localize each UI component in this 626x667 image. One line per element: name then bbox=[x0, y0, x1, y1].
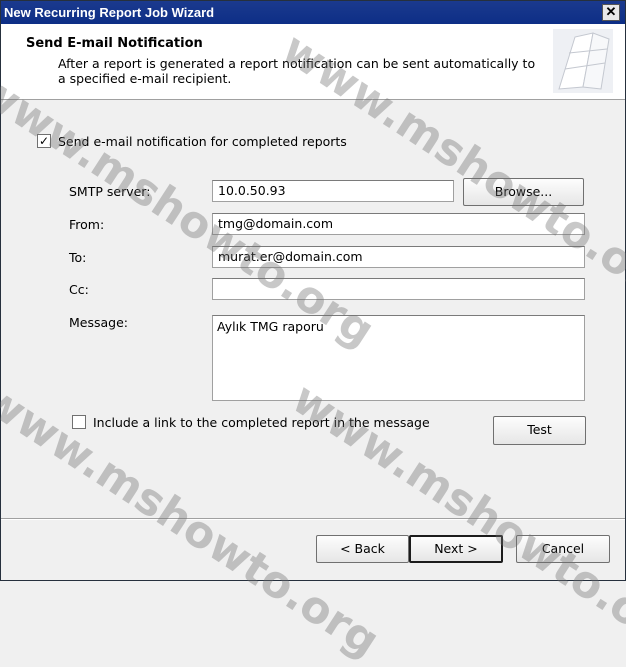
message-textarea[interactable]: Aylık TMG raporu bbox=[212, 315, 585, 401]
watermark-text: www.mshowto.org bbox=[0, 63, 384, 358]
send-notification-label: Send e-mail notification for completed r… bbox=[58, 134, 347, 149]
next-button[interactable]: Next > bbox=[409, 535, 503, 563]
cancel-button[interactable]: Cancel bbox=[516, 535, 610, 563]
wizard-window: New Recurring Report Job Wizard ✕ Send E… bbox=[0, 0, 626, 667]
browse-button[interactable]: Browse... bbox=[463, 178, 584, 206]
page-title: Send E-mail Notification bbox=[26, 36, 203, 51]
send-notification-checkbox[interactable]: ✓ bbox=[37, 134, 51, 148]
page-description: After a report is generated a report not… bbox=[58, 56, 536, 86]
back-button[interactable]: < Back bbox=[316, 535, 409, 563]
close-icon[interactable]: ✕ bbox=[602, 4, 620, 21]
include-link-label: Include a link to the completed report i… bbox=[93, 415, 430, 430]
window-title: New Recurring Report Job Wizard bbox=[4, 5, 215, 20]
cc-input[interactable] bbox=[212, 278, 585, 300]
footer-divider bbox=[1, 518, 625, 520]
message-label: Message: bbox=[69, 315, 128, 330]
to-label: To: bbox=[69, 250, 87, 265]
title-bar: New Recurring Report Job Wizard ✕ bbox=[1, 1, 625, 24]
cc-label: Cc: bbox=[69, 282, 89, 297]
smtp-server-input[interactable]: 10.0.50.93 bbox=[212, 180, 454, 202]
from-input[interactable]: tmg@domain.com bbox=[212, 213, 585, 235]
wizard-header: Send E-mail Notification After a report … bbox=[1, 24, 625, 100]
smtp-server-label: SMTP server: bbox=[69, 184, 151, 199]
wizard-graphic-icon bbox=[553, 29, 613, 93]
test-button[interactable]: Test bbox=[493, 416, 586, 445]
include-link-checkbox[interactable] bbox=[72, 415, 86, 429]
from-label: From: bbox=[69, 217, 105, 232]
to-input[interactable]: murat.er@domain.com bbox=[212, 246, 585, 268]
